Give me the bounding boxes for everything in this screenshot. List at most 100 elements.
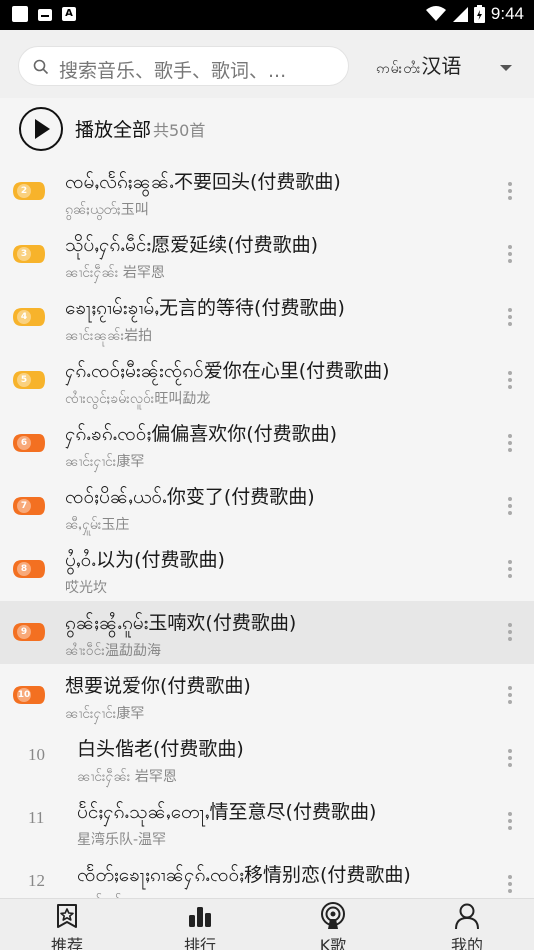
rank-badge-icon: 9 xyxy=(13,623,45,641)
rank-number: 12 xyxy=(28,871,45,890)
rank-number: 6 xyxy=(17,436,31,450)
song-artist: ၼၢင်းႁၢင်း康罕 xyxy=(65,706,145,722)
notification-mail-icon xyxy=(38,9,52,21)
song-title: ပႅင်ႈႁၵ်ႉသုၼ်ႇတေႃႇ情至意尽(付费歌曲) xyxy=(77,801,377,823)
song-title: 想要说爱你(付费歌曲) xyxy=(65,675,251,697)
wifi-icon xyxy=(425,6,446,21)
search-placeholder: 搜索音乐、歌手、歌词、... xyxy=(59,60,287,82)
song-title: ၸဝ်ႈပိၼ်ႇယဝ်ႉ你变了(付费歌曲) xyxy=(65,486,315,508)
song-artist: ၼၢင်းၼုၼ်း岩拍 xyxy=(65,328,153,344)
rank-number: 5 xyxy=(17,373,31,387)
karaoke-broadcast-icon xyxy=(321,902,345,929)
more-options-icon[interactable] xyxy=(508,497,512,517)
tab-label: K歌 xyxy=(319,936,347,950)
song-row[interactable]: 9 ၵွၼ်ႈၼွႆႉၵူမ်း玉喃欢(付费歌曲) ၼၢႆးဝဵင်း温勐勐海 xyxy=(0,601,534,664)
battery-icon xyxy=(473,5,485,23)
tab-mine[interactable]: 我的 xyxy=(400,899,534,950)
more-options-icon[interactable] xyxy=(508,875,512,895)
song-title: သိုပ်ႇႁၵ်ႉမဵင်း愿爱延续(付费歌曲) xyxy=(65,234,319,256)
song-title: ၸမ်ႇလႅၵ်ႈၼွၼ်ႉ不要回头(付费歌曲) xyxy=(65,171,341,193)
recommend-star-icon xyxy=(57,904,77,928)
rank-badge-icon: 3 xyxy=(13,245,45,263)
rank-badge-icon: 4 xyxy=(13,308,45,326)
tab-label: 我的 xyxy=(450,936,483,950)
song-row[interactable]: 6 ႁၵ်ႉၶၵ်ႉၸဝ်ႈ偏偏喜欢你(付费歌曲) ၼၢင်းႁၢင်း康罕 xyxy=(0,412,534,475)
tab-karaoke[interactable]: K歌 xyxy=(266,899,400,950)
song-title: ၸႅတ်ႈၶေႃႈၵၢၼ်ႁၵ်ႉၸဝ်ႈ移情别恋(付费歌曲) xyxy=(77,864,411,886)
song-artist: 星湾乐队-温罕 xyxy=(77,832,167,848)
song-artist: ၼၢႆးဝဵင်း温勐勐海 xyxy=(65,643,161,659)
more-options-icon[interactable] xyxy=(508,560,512,580)
header: 搜索音乐、歌手、歌词、... ဢမ်းတႆး汉语 xyxy=(0,30,534,98)
more-options-icon[interactable] xyxy=(508,623,512,643)
more-options-icon[interactable] xyxy=(508,371,512,391)
play-icon[interactable] xyxy=(19,107,63,151)
song-artist: ၵွၼ်ႈယွတ်ႈ玉叫 xyxy=(65,202,149,218)
song-artist: ၼၢင်းႁဵၼ်း 岩罕恩 xyxy=(77,769,177,785)
song-list: 2 ၸမ်ႇလႅၵ်ႈၼွၼ်ႉ不要回头(付费歌曲) ၵွၼ်ႈယွတ်ႈ玉叫 … xyxy=(0,160,534,916)
song-title: ပွႆႇဝႆႉ以为(付费歌曲) xyxy=(65,549,225,571)
status-bar: A 9:44 xyxy=(0,0,534,30)
rank-badge-icon: 5 xyxy=(13,371,45,389)
tab-ranking[interactable]: 排行 xyxy=(133,899,267,950)
song-row[interactable]: 7 ၸဝ်ႈပိၼ်ႇယဝ်ႉ你变了(付费歌曲) ၼီႇႁူမ်း玉庄 xyxy=(0,475,534,538)
song-row[interactable]: 5 ႁၵ်ႉၸဝ်ႈမီးၼႂ်းၸႂ်ၵဝ်爱你在心里(付费歌曲) ၸၢႆးလ… xyxy=(0,349,534,412)
play-all-count: 共50首 xyxy=(153,121,206,140)
rank-badge-icon: 6 xyxy=(13,434,45,452)
song-title: ႁၵ်ႉၶၵ်ႉၸဝ်ႈ偏偏喜欢你(付费歌曲) xyxy=(65,423,338,445)
rank-number: 4 xyxy=(17,310,31,324)
notification-square-icon xyxy=(12,6,28,22)
notification-a-icon: A xyxy=(62,7,76,21)
song-title: ၶေႃႈၵႂၢမ်းၶႂၢမ်ႇ无言的等待(付费歌曲) xyxy=(65,297,345,319)
rank-number: 11 xyxy=(28,808,45,827)
ranking-bars-icon xyxy=(189,907,211,927)
song-row[interactable]: 10 想要说爱你(付费歌曲) ၼၢင်းႁၢင်း康罕 xyxy=(0,664,534,727)
tab-label: 排行 xyxy=(183,936,216,950)
rank-badge-icon: 7 xyxy=(13,497,45,515)
status-system: 9:44 xyxy=(425,4,524,24)
rank-badge-icon: 2 xyxy=(13,182,45,200)
song-artist: ၼီႇႁူမ်း玉庄 xyxy=(65,517,130,533)
rank-badge-icon: 10 xyxy=(13,686,45,704)
tab-recommend[interactable]: 推荐 xyxy=(0,899,134,950)
song-artist: 哎光坎 xyxy=(65,580,107,596)
bottom-tab-bar: 推荐 排行 K歌 我的 xyxy=(0,898,534,950)
rank-number: 7 xyxy=(17,499,31,513)
language-label: 汉语 xyxy=(421,54,462,78)
language-script-label: ဢမ်းတႆး xyxy=(376,61,422,77)
rank-number: 2 xyxy=(17,184,31,198)
rank-number: 10 xyxy=(17,688,31,702)
search-input[interactable]: 搜索音乐、歌手、歌词、... xyxy=(18,46,349,86)
status-time: 9:44 xyxy=(490,4,524,23)
song-row[interactable]: 11 ပႅင်ႈႁၵ်ႉသုၼ်ႇတေႃႇ情至意尽(付费歌曲) 星湾乐队-温罕 xyxy=(0,790,534,853)
language-select[interactable]: ဢမ်းတႆး汉语 xyxy=(376,50,461,80)
rank-number: 9 xyxy=(17,625,31,639)
rank-number: 8 xyxy=(17,562,31,576)
tab-label: 推荐 xyxy=(50,936,83,950)
song-artist: ၼၢင်းႁၢင်း康罕 xyxy=(65,454,145,470)
song-row[interactable]: 3 သိုပ်ႇႁၵ်ႉမဵင်း愿爱延续(付费歌曲) ၼၢင်းႁဵၼ်း 岩… xyxy=(0,223,534,286)
song-row[interactable]: 2 ၸမ်ႇလႅၵ်ႈၼွၼ်ႉ不要回头(付费歌曲) ၵွၼ်ႈယွတ်ႈ玉叫 xyxy=(0,160,534,223)
rank-badge-icon: 8 xyxy=(13,560,45,578)
more-options-icon[interactable] xyxy=(508,686,512,706)
status-notifications: A xyxy=(12,6,76,22)
more-options-icon[interactable] xyxy=(508,308,512,328)
song-row[interactable]: 8 ပွႆႇဝႆႉ以为(付费歌曲) 哎光坎 xyxy=(0,538,534,601)
rank-number: 10 xyxy=(28,745,45,764)
more-options-icon[interactable] xyxy=(508,245,512,265)
more-options-icon[interactable] xyxy=(508,812,512,832)
song-artist: ၼၢင်းႁဵၼ်း 岩罕恩 xyxy=(65,265,165,281)
chevron-down-icon[interactable] xyxy=(500,65,512,71)
signal-icon xyxy=(452,7,468,22)
song-artist: ၸၢႆးလွင်ႈၶမ်းလူဝ်း旺叫勐龙 xyxy=(65,391,211,407)
song-title: ႁၵ်ႉၸဝ်ႈမီးၼႂ်းၸႂ်ၵဝ်爱你在心里(付费歌曲) xyxy=(65,360,390,382)
play-all-row[interactable]: 播放全部 共50首 xyxy=(0,98,534,160)
song-row[interactable]: 4 ၶေႃႈၵႂၢမ်းၶႂၢမ်ႇ无言的等待(付费歌曲) ၼၢင်းၼုၼ်း… xyxy=(0,286,534,349)
song-row[interactable]: 10 白头偕老(付费歌曲) ၼၢင်းႁဵၼ်း 岩罕恩 xyxy=(0,727,534,790)
more-options-icon[interactable] xyxy=(508,749,512,769)
more-options-icon[interactable] xyxy=(508,434,512,454)
song-title: 白头偕老(付费歌曲) xyxy=(77,738,244,760)
more-options-icon[interactable] xyxy=(508,182,512,202)
search-icon xyxy=(33,59,49,75)
rank-number: 3 xyxy=(17,247,31,261)
